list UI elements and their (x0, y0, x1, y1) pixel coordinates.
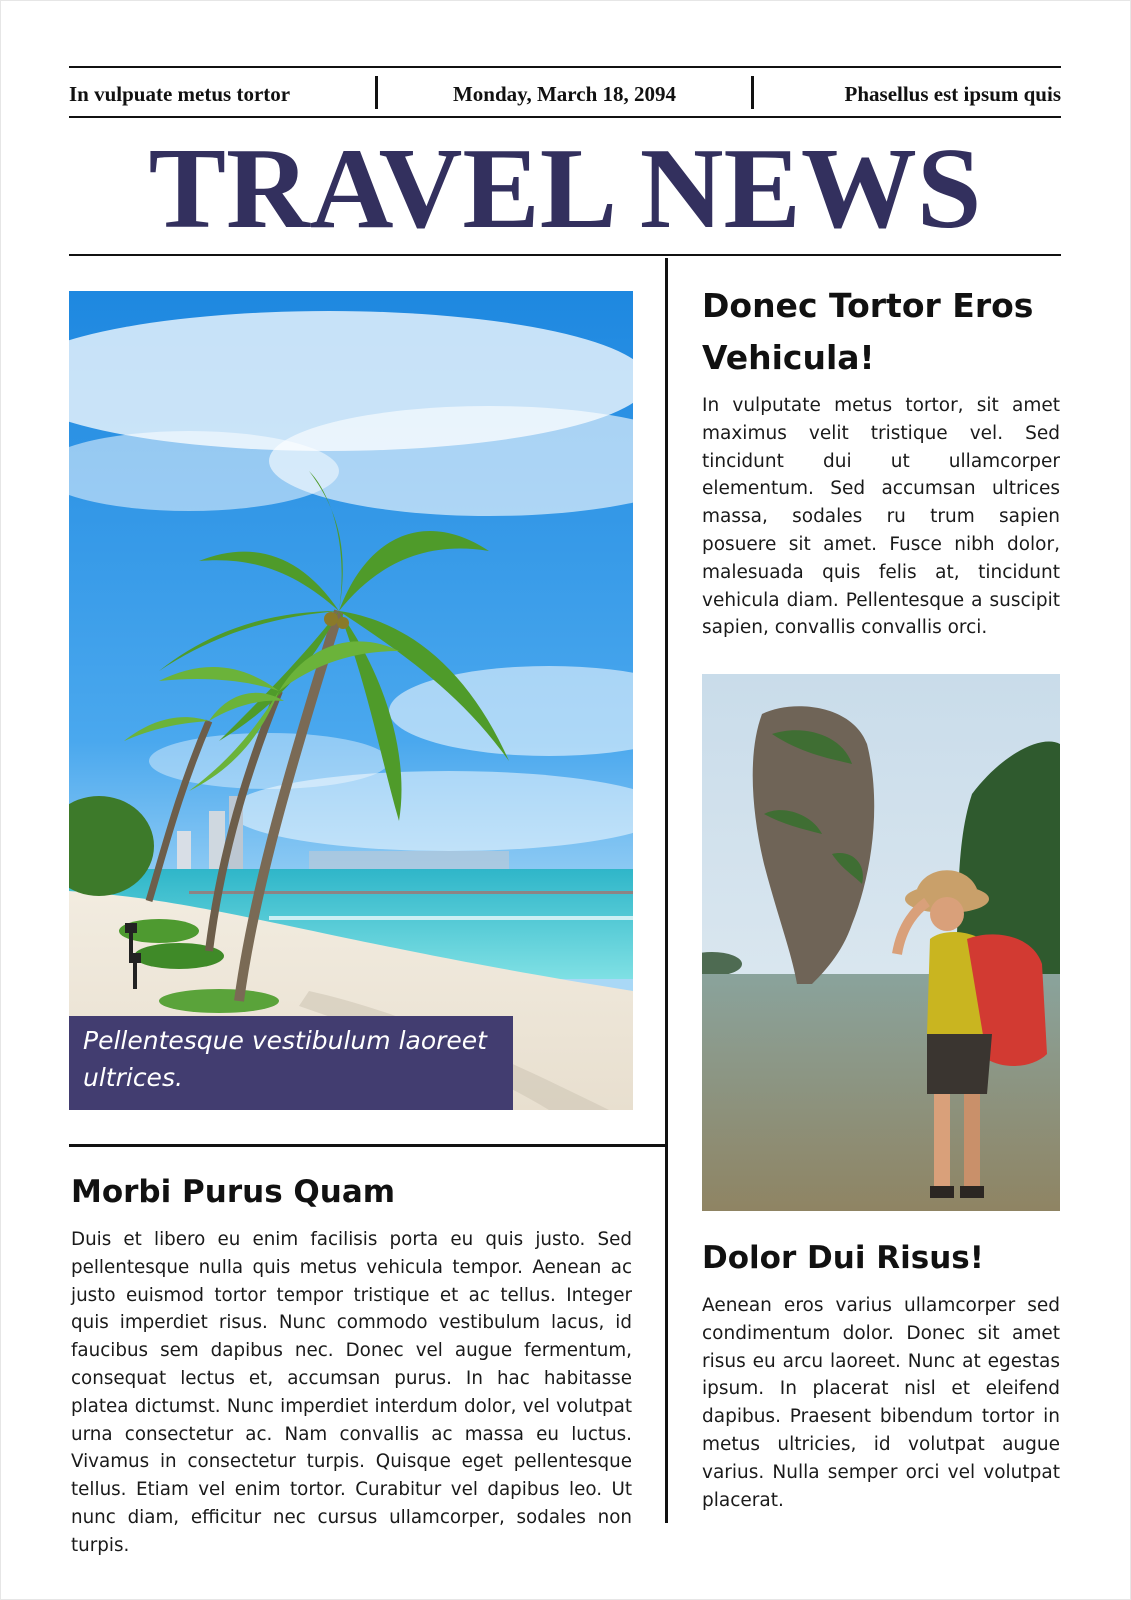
article-body: Aenean eros varius ullamcorper sed condi… (702, 1295, 1060, 1511)
masthead-title: TRAVEL NEWS (148, 125, 982, 253)
article-heading: Morbi Purus Quam (71, 1174, 396, 1210)
article-body: Duis et libero eu enim facilisis porta e… (71, 1229, 632, 1556)
beach-photo (69, 291, 633, 1110)
masthead-rule (69, 254, 1061, 256)
article-body: In vulputate metus tortor, sit amet maxi… (702, 395, 1060, 639)
header-top-rule (69, 66, 1061, 68)
section-divider (69, 1144, 665, 1147)
header-left-text: In vulpuate metus tortor (69, 82, 291, 106)
article-heading: Donec Tortor Eros Vehicula! (702, 286, 1034, 377)
header-right-text: Phasellus est ipsum quis (844, 82, 1061, 106)
photo-caption: Pellentesque vestibulum laoreet ultrices… (69, 1016, 513, 1110)
header-separator (751, 76, 754, 109)
article-heading: Dolor Dui Risus! (702, 1240, 984, 1276)
traveler-photo (702, 674, 1060, 1211)
column-divider (665, 258, 668, 1523)
header-bottom-rule (69, 116, 1061, 118)
issue-date: Monday, March 18, 2094 (452, 82, 677, 106)
